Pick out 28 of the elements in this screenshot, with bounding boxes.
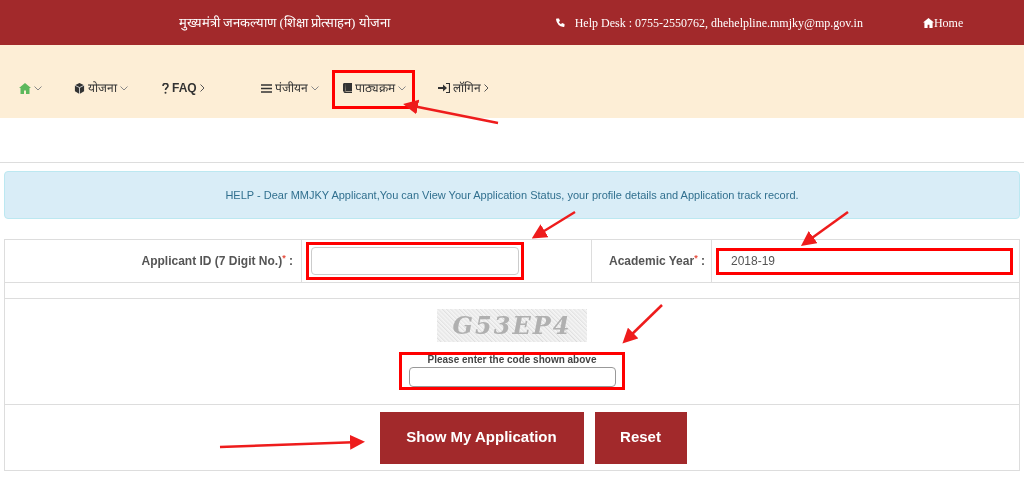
phone-icon <box>555 17 566 28</box>
nav-item[interactable]: FAQ <box>151 70 214 109</box>
helpdesk-text: Help Desk : 0755-2550762, dhehelpline.mmjky@mp.gov.in <box>574 14 863 32</box>
login-icon <box>437 83 450 93</box>
nav-item[interactable]: योजना <box>63 70 137 109</box>
captcha-prompt: Please enter the code shown above <box>427 355 597 365</box>
nav-item[interactable]: लॉगिन <box>426 70 498 109</box>
arrow <box>531 210 576 239</box>
home-icon <box>922 17 934 28</box>
home-icon <box>19 82 31 94</box>
reset-button[interactable]: Reset <box>594 411 687 464</box>
site-title: मुख्यमंत्री जनकल्याण (शिक्षा प्रोत्साहन) योजना <box>179 13 390 33</box>
home-link[interactable]: Home <box>922 13 964 32</box>
nav-item[interactable]: पाठ्यक्रम <box>331 70 415 109</box>
arrow <box>622 304 663 344</box>
arrow <box>800 211 849 246</box>
show-application-button[interactable]: Show My Application <box>379 411 584 464</box>
cube-icon <box>74 82 85 94</box>
field-label: Applicant ID (7 Digit No.)$^{*}$ : <box>141 252 293 270</box>
nav-item[interactable]: पंजीयन <box>249 70 328 109</box>
book-icon <box>342 83 352 93</box>
captcha-field[interactable] <box>408 367 616 387</box>
field-label: Academic Year$^{*}$ : <box>608 252 705 270</box>
captcha-image: G53EP4 <box>437 309 587 342</box>
menu-icon <box>260 83 272 93</box>
academic-year-field[interactable]: 2018-19 <box>716 247 1013 275</box>
question-icon <box>162 82 169 94</box>
help-text: HELP - Dear MMJKY Applicant,You can View Your Application Status, your profile details and Application track record. <box>225 187 799 203</box>
